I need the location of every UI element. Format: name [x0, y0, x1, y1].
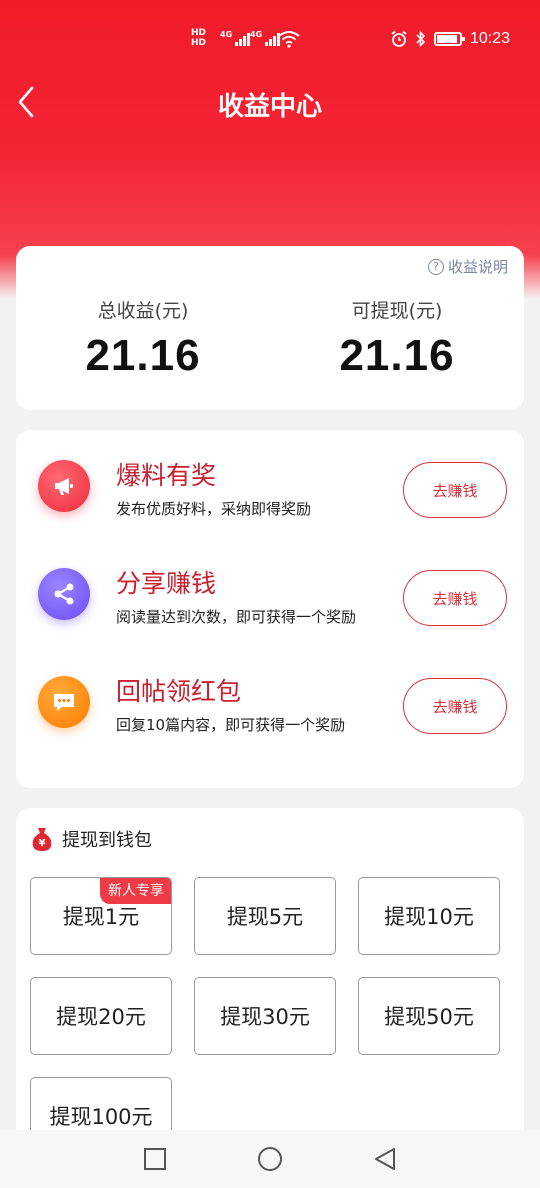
signal-icon-2: 4G: [250, 30, 281, 46]
task-item-share: 分享赚钱 阅读量达到次数，即可获得一个奖励 去赚钱: [16, 544, 524, 644]
recent-apps-icon[interactable]: [142, 1146, 168, 1172]
system-nav-bar: [0, 1130, 540, 1188]
withdraw-option-label: 提现5元: [226, 905, 304, 929]
withdraw-option-10[interactable]: 提现10元: [358, 877, 500, 955]
withdrawable-amount: 可提现(元) 21.16: [270, 296, 524, 381]
wifi-icon: [278, 31, 300, 48]
status-bar: HD HD 4G 4G 10:23: [0, 0, 540, 80]
withdraw-card: ¥ 提现到钱包 提现1元 新人专享 提现5元 提现10元 提现20元 提现30元…: [16, 808, 524, 1155]
withdraw-option-label: 提现10元: [384, 905, 474, 929]
task-title: 回帖领红包: [116, 677, 242, 706]
network-label-1: 4G: [220, 30, 233, 39]
status-right: 10:23: [390, 30, 510, 48]
help-icon: ?: [427, 258, 444, 275]
svg-text:¥: ¥: [39, 838, 46, 849]
alarm-icon: [391, 30, 407, 47]
withdrawable-label: 可提现(元): [351, 300, 443, 322]
tasks-card: 爆料有奖 发布优质好料，采纳即得奖励 去赚钱 分享赚钱 阅读量达到次数，即可获得…: [16, 430, 524, 788]
withdraw-option-30[interactable]: 提现30元: [194, 977, 336, 1055]
withdraw-option-label: 提现30元: [220, 1005, 310, 1029]
chat-icon: [38, 676, 90, 728]
task-title: 爆料有奖: [116, 461, 217, 490]
task-desc: 阅读量达到次数，即可获得一个奖励: [116, 608, 357, 626]
withdraw-option-1[interactable]: 提现1元 新人专享: [30, 877, 172, 955]
withdraw-title: 提现到钱包: [62, 830, 152, 851]
explain-label: 收益说明: [447, 258, 508, 276]
earn-button-share[interactable]: 去赚钱: [403, 570, 507, 626]
earnings-card: ? 收益说明 总收益(元) 21.16 可提现(元) 21.16: [16, 246, 524, 410]
withdraw-option-label: 提现1元: [62, 905, 140, 929]
task-item-tipoff: 爆料有奖 发布优质好料，采纳即得奖励 去赚钱: [16, 436, 524, 536]
page-title: 收益中心: [217, 92, 322, 122]
task-title: 分享赚钱: [116, 569, 217, 598]
hd-indicator: HD HD: [191, 28, 206, 48]
home-icon[interactable]: [257, 1146, 283, 1172]
share-icon: [38, 568, 90, 620]
back-icon[interactable]: [372, 1146, 398, 1172]
earn-button-tipoff[interactable]: 去赚钱: [403, 462, 507, 518]
battery-icon: [433, 32, 465, 46]
total-earnings: 总收益(元) 21.16: [16, 296, 270, 381]
earn-button-reply[interactable]: 去赚钱: [403, 678, 507, 734]
withdraw-option-label: 提现20元: [56, 1005, 146, 1029]
hd-label-1: HD: [191, 28, 207, 38]
money-bag-icon: ¥: [32, 828, 52, 851]
earnings-explain-link[interactable]: ? 收益说明: [427, 256, 508, 277]
bluetooth-icon: [416, 30, 426, 48]
new-user-badge: 新人专享: [100, 878, 171, 904]
task-desc: 回复10篇内容，即可获得一个奖励: [116, 716, 346, 734]
megaphone-icon: [38, 460, 90, 512]
withdraw-option-50[interactable]: 提现50元: [358, 977, 500, 1055]
signal-icon: 4G: [220, 30, 251, 46]
withdraw-option-5[interactable]: 提现5元: [194, 877, 336, 955]
hd-label-2: HD: [191, 38, 207, 48]
withdraw-option-20[interactable]: 提现20元: [30, 977, 172, 1055]
withdraw-option-label: 提现100元: [49, 1105, 153, 1129]
task-desc: 发布优质好料，采纳即得奖励: [116, 500, 312, 518]
title-bar: 收益中心: [0, 80, 540, 124]
withdraw-option-label: 提现50元: [384, 1005, 474, 1029]
network-label-2: 4G: [250, 30, 263, 39]
withdrawable-value: 21.16: [339, 331, 455, 380]
total-earnings-label: 总收益(元): [97, 300, 189, 322]
withdraw-header: ¥ 提现到钱包: [30, 826, 152, 852]
total-earnings-value: 21.16: [85, 331, 201, 380]
clock-time: 10:23: [469, 30, 510, 47]
task-item-reply: 回帖领红包 回复10篇内容，即可获得一个奖励 去赚钱: [16, 652, 524, 752]
